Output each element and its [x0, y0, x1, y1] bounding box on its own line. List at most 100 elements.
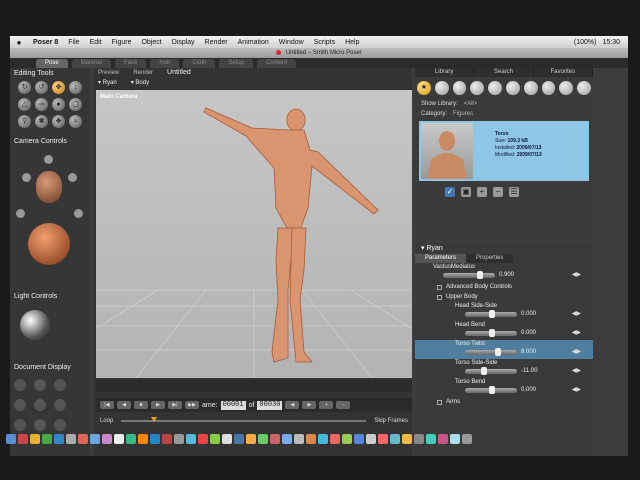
library-item-selected[interactable]: Torso Size: 109.3 kB Installed: 2009/07/… — [419, 121, 589, 181]
figure-select[interactable]: ▾ Ryan — [98, 79, 117, 86]
dock-app-icon[interactable] — [42, 434, 52, 444]
menu-app-name[interactable]: Poser 8 — [28, 39, 63, 46]
chain-break-tool-icon[interactable]: ∞ — [35, 98, 48, 111]
tab-favorites[interactable]: Favorites — [533, 68, 593, 77]
dial-knob[interactable] — [477, 271, 483, 279]
room-tab-cloth[interactable]: Cloth — [183, 58, 216, 68]
tab-properties[interactable]: Properties — [466, 254, 514, 263]
dock-app-icon[interactable] — [342, 434, 352, 444]
tab-render[interactable]: Render — [133, 70, 153, 76]
outline-style-icon[interactable] — [34, 379, 46, 391]
tab-library[interactable]: Library — [415, 68, 475, 77]
dock-app-icon[interactable] — [30, 434, 40, 444]
menu-edit[interactable]: Edit — [85, 39, 107, 46]
apply-library-preset-icon[interactable]: ✓ — [445, 187, 455, 197]
skip-frames-toggle[interactable]: Skip Frames — [374, 418, 408, 424]
finder-dock-icon[interactable] — [6, 434, 16, 444]
dock-app-icon[interactable] — [186, 434, 196, 444]
dial-menu-icon[interactable]: ◀▶ — [572, 348, 581, 355]
menu-window[interactable]: Window — [274, 39, 309, 46]
dock-app-icon[interactable] — [354, 434, 364, 444]
translate-tool-icon[interactable]: ✥ — [52, 81, 65, 94]
menu-file[interactable]: File — [63, 39, 84, 46]
tab-parameters[interactable]: Parameters — [415, 254, 467, 263]
group-upper-body-checkbox[interactable] — [437, 294, 442, 300]
go-to-end-icon[interactable]: ▶▶ — [185, 401, 199, 409]
texture-shaded-style-icon[interactable] — [34, 419, 46, 431]
next-keyframe-icon[interactable]: ▶ — [302, 401, 317, 409]
props-category-icon[interactable] — [505, 81, 520, 95]
smooth-shaded-style-icon[interactable] — [14, 419, 26, 431]
dock-app-icon[interactable] — [138, 434, 148, 444]
group-arms-checkbox[interactable] — [437, 399, 442, 405]
dock-app-icon[interactable] — [114, 434, 124, 444]
silhouette-style-icon[interactable] — [14, 379, 26, 391]
step-forward-icon[interactable]: ▶| — [168, 401, 182, 409]
room-tab-setup[interactable]: Setup — [219, 58, 254, 68]
menu-figure[interactable]: Figure — [107, 39, 137, 46]
remove-from-library-icon[interactable]: − — [493, 187, 503, 197]
delete-keyframe-icon[interactable]: − — [336, 401, 351, 409]
hidden-line-style-icon[interactable] — [14, 399, 26, 411]
dock-app-icon[interactable] — [426, 434, 436, 444]
move-camera-xy-icon[interactable] — [16, 209, 25, 218]
room-tab-hair[interactable]: Hair — [150, 58, 180, 68]
dock-app-icon[interactable] — [294, 434, 304, 444]
dock-app-icon[interactable] — [222, 434, 232, 444]
dock-app-icon[interactable] — [438, 434, 448, 444]
dock-app-icon[interactable] — [126, 434, 136, 444]
materials-category-icon[interactable] — [559, 81, 574, 95]
camera-select-head-icon[interactable] — [36, 171, 62, 203]
timeline-marker[interactable] — [151, 417, 158, 422]
group-advanced-body[interactable]: Advanced Body Controls — [415, 282, 593, 292]
flat-shaded-style-icon[interactable] — [54, 399, 66, 411]
hair-tool-icon[interactable]: ≈ — [69, 115, 82, 128]
timeline-track[interactable] — [121, 417, 367, 422]
3d-viewport[interactable]: Main Camera — [96, 90, 412, 378]
dock-app-icon[interactable] — [210, 434, 220, 444]
dock-app-icon[interactable] — [162, 434, 172, 444]
dial-value[interactable]: 0.000 — [521, 311, 536, 317]
dial-value[interactable]: 8.000 — [521, 349, 536, 355]
view-magnifier-icon[interactable]: ⚲ — [18, 115, 31, 128]
dial-value[interactable]: 0.000 — [521, 387, 536, 393]
room-tab-content[interactable]: Content — [257, 58, 297, 68]
face-camera-icon[interactable] — [44, 155, 53, 164]
dial-slider[interactable] — [465, 369, 517, 374]
dial-value[interactable]: -11.00 — [521, 368, 538, 374]
room-tab-material[interactable]: Material — [71, 58, 112, 68]
dial-knob[interactable] — [495, 348, 501, 356]
body-part-select[interactable]: ▾ Body — [131, 79, 149, 86]
dock-app-icon[interactable] — [234, 434, 244, 444]
dock-app-icon[interactable] — [378, 434, 388, 444]
dial-value[interactable]: 0.000 — [521, 330, 536, 336]
stop-icon[interactable]: ■ — [134, 401, 148, 409]
apple-menu-icon[interactable]: ● — [10, 38, 28, 47]
dock-app-icon[interactable] — [282, 434, 292, 444]
dock-app-icon[interactable] — [18, 434, 28, 444]
grouping-tool-icon[interactable]: ▢ — [69, 98, 82, 111]
library-options-icon[interactable]: ☰ — [509, 187, 519, 197]
dial-menu-icon[interactable]: ◀▶ — [572, 329, 581, 336]
dial-value[interactable]: 0.900 — [499, 272, 514, 278]
go-to-start-icon[interactable]: |◀ — [100, 401, 114, 409]
hair-category-icon[interactable] — [470, 81, 485, 95]
direct-manipulation-icon[interactable]: ❖ — [52, 115, 65, 128]
prev-keyframe-icon[interactable]: ◀ — [285, 401, 300, 409]
dock-app-icon[interactable] — [318, 434, 328, 444]
dock-app-icon[interactable] — [174, 434, 184, 444]
dial-menu-icon[interactable]: ◀▶ — [572, 367, 581, 374]
group-upper-body[interactable]: Upper Body — [415, 292, 593, 302]
dock-app-icon[interactable] — [54, 434, 64, 444]
color-tool-icon[interactable]: ● — [52, 98, 65, 111]
clock[interactable]: 15:30 — [602, 39, 620, 46]
trackball-icon[interactable] — [28, 223, 70, 265]
step-back-icon[interactable]: ◀ — [117, 401, 131, 409]
menu-object[interactable]: Object — [136, 39, 166, 46]
left-hand-camera-icon[interactable] — [22, 173, 31, 182]
dial-knob[interactable] — [481, 367, 487, 375]
poses-category-icon[interactable] — [434, 81, 449, 95]
dock-app-icon[interactable] — [402, 434, 412, 444]
dial-knob[interactable] — [489, 310, 495, 318]
dock-app-icon[interactable] — [450, 434, 460, 444]
